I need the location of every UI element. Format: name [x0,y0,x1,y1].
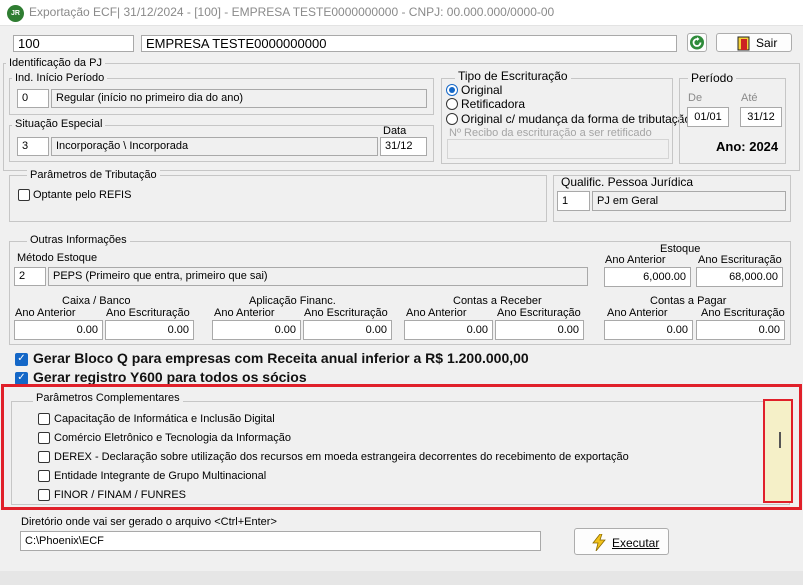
highlight-box [1,384,802,510]
bloco-q-label: Gerar Bloco Q para empresas com Receita … [33,350,529,366]
receber-anterior-label: Ano Anterior [406,307,467,319]
caixa-escrituracao-field[interactable]: 0.00 [105,320,194,340]
radio-original-label: Original [461,83,503,97]
executar-label: Executar [612,536,660,550]
caixa-anterior-label: Ano Anterior [15,307,76,319]
recibo-field[interactable] [447,139,669,159]
qualificacao-code[interactable]: 1 [557,191,590,211]
radio-retificadora-label: Retificadora [461,97,526,111]
qualificacao-label: Qualific. Pessoa Jurídica [558,176,697,189]
pagar-anterior-label: Ano Anterior [607,307,668,319]
exit-button[interactable]: Sair [716,33,792,52]
refis-checkbox[interactable] [18,189,30,201]
company-name-field[interactable]: EMPRESA TESTE0000000000 [141,35,677,52]
receber-escrituracao-label: Ano Escrituração [497,307,581,319]
estoque-anterior-field[interactable]: 6,000.00 [604,267,691,287]
radio-mudanca-tributacao[interactable] [446,113,458,125]
receber-anterior-field[interactable]: 0.00 [404,320,493,340]
caixa-anterior-field[interactable]: 0.00 [14,320,103,340]
refresh-icon [690,35,704,50]
metodo-estoque-desc: PEPS (Primeiro que entra, primeiro que s… [48,267,588,286]
inicio-periodo-label: Ind. Início Período [12,72,108,85]
estoque-escrituracao-label: Ano Escrituração [698,254,782,266]
situacao-desc: Incorporação \ Incorporada [51,137,378,156]
title-bar: JR Exportação ECF| 31/12/2024 - [100] - … [0,0,803,26]
exit-button-label: Sair [756,36,778,50]
qualificacao-desc: PJ em Geral [592,191,786,211]
bloco-q-checkbox[interactable]: ✓ [15,353,28,366]
periodo-ate-label: Até [741,92,758,104]
situacao-especial-label: Situação Especial [12,118,106,131]
periodo-label: Período [688,72,737,85]
radio-original[interactable] [446,84,458,96]
aplicacao-escrituracao-field[interactable]: 0.00 [303,320,392,340]
pagar-escrituracao-label: Ano Escrituração [701,307,785,319]
aplicacao-anterior-field[interactable]: 0.00 [212,320,301,340]
diretorio-field[interactable]: C:\Phoenix\ECF [20,531,541,551]
lightning-icon [592,534,606,551]
pagar-anterior-field[interactable]: 0.00 [604,320,693,340]
company-code-field[interactable]: 100 [13,35,134,52]
app-logo-icon: JR [7,5,24,22]
estoque-label: Estoque [660,243,701,255]
periodo-ate-field[interactable]: 31/12 [740,107,782,127]
metodo-estoque-code[interactable]: 2 [14,267,46,286]
periodo-ano-text: Ano: 2024 [716,139,779,154]
door-exit-icon [737,36,750,51]
radio-retificadora[interactable] [446,98,458,110]
periodo-de-label: De [688,92,703,104]
estoque-escrituracao-field[interactable]: 68,000.00 [696,267,783,287]
inicio-periodo-code[interactable]: 0 [17,89,49,108]
window-title: Exportação ECF| 31/12/2024 - [100] - EMP… [29,5,555,19]
tipo-escrituracao-label: Tipo de Escrituração [455,70,571,83]
executar-button[interactable]: Executar [574,528,669,555]
receber-escrituracao-field[interactable]: 0.00 [495,320,584,340]
aplicacao-anterior-label: Ano Anterior [214,307,275,319]
diretorio-label: Diretório onde vai ser gerado o arquivo … [21,516,277,528]
outras-info-label: Outras Informações [27,234,130,247]
situacao-code[interactable]: 3 [17,137,49,156]
tributacao-label: Parâmetros de Tributação [27,169,160,182]
status-strip [0,571,803,585]
refresh-button[interactable] [687,33,707,52]
inicio-periodo-desc: Regular (início no primeiro dia do ano) [51,89,427,108]
y600-label: Gerar registro Y600 para todos os sócios [33,369,307,385]
refis-label: Optante pelo REFIS [33,189,132,201]
radio-mudanca-tributacao-label: Original c/ mudança da forma de tributaç… [461,112,692,126]
situacao-date-field[interactable]: 31/12 [380,137,427,156]
caixa-escrituracao-label: Ano Escrituração [106,307,190,319]
identificacao-label: Identificação da PJ [6,57,105,70]
periodo-de-field[interactable]: 01/01 [687,107,729,127]
aplicacao-escrituracao-label: Ano Escrituração [304,307,388,319]
metodo-estoque-label: Método Estoque [17,252,98,264]
pagar-escrituracao-field[interactable]: 0.00 [696,320,785,340]
estoque-anterior-label: Ano Anterior [605,254,666,266]
